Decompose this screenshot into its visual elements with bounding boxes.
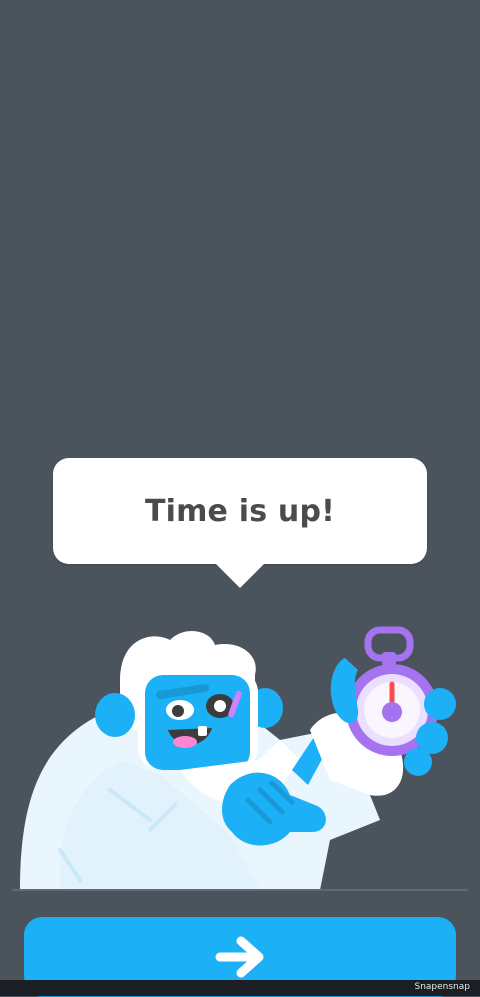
watermark-text: Snapensnap	[414, 982, 470, 992]
speech-bubble: Time is up!	[53, 458, 427, 564]
system-bottom-bar	[0, 980, 480, 996]
arrow-right-icon	[215, 936, 264, 978]
yeti-character-illustration	[20, 626, 456, 890]
speech-bubble-tail	[212, 560, 268, 588]
footer-divider	[12, 889, 468, 891]
time-up-message: Time is up!	[144, 493, 336, 529]
